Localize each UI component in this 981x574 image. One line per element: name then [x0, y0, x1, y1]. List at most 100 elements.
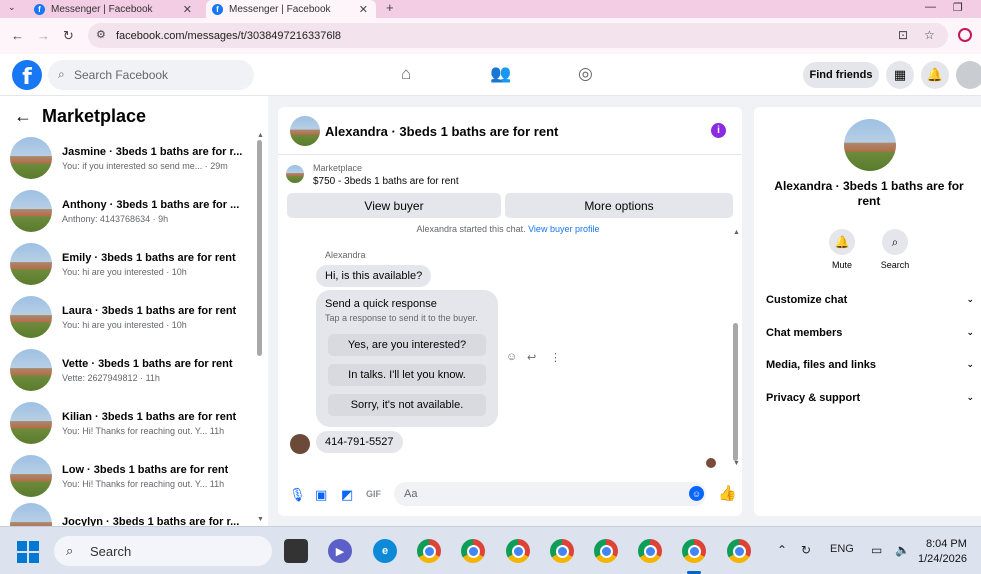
- sender-avatar[interactable]: [290, 434, 310, 454]
- scroll-up-icon[interactable]: ▲: [257, 132, 264, 139]
- search-action[interactable]: ⌕ Search: [870, 229, 920, 270]
- sender-name: Alexandra: [325, 250, 366, 260]
- tab-search-icon[interactable]: ⌄: [8, 2, 16, 13]
- react-emoji-icon[interactable]: ☺: [506, 351, 517, 363]
- microphone-icon[interactable]: 🎙: [289, 487, 306, 503]
- conversation-preview: You: hi are you interested · 10h: [62, 266, 187, 277]
- conversation-item[interactable]: Anthony · 3beds 1 baths are for ... Antho…: [10, 185, 255, 237]
- find-friends-button[interactable]: Find friends: [803, 62, 879, 88]
- browser-profile-icon[interactable]: [958, 28, 972, 42]
- message-bubble[interactable]: Hi, is this available?: [316, 265, 432, 287]
- facebook-logo-icon[interactable]: f: [12, 60, 42, 90]
- view-buyer-button[interactable]: View buyer: [287, 193, 501, 218]
- close-tab-icon[interactable]: ✕: [359, 3, 368, 16]
- conversation-item[interactable]: Laura · 3beds 1 baths are for rent You: h…: [10, 291, 255, 343]
- home-icon[interactable]: ⌂: [401, 64, 411, 84]
- gif-icon[interactable]: GIF: [366, 489, 381, 499]
- restore-icon[interactable]: ❐: [953, 1, 963, 14]
- quick-response-option[interactable]: Yes, are you interested?: [328, 334, 486, 356]
- chevron-down-icon: ⌄: [966, 392, 974, 402]
- photo-icon[interactable]: ▣: [315, 487, 327, 503]
- volume-icon[interactable]: 🔈: [895, 543, 910, 557]
- conversation-preview: You: Hi! Thanks for reaching out. Y... 1…: [62, 478, 225, 489]
- search-label: Search: [880, 260, 910, 270]
- sticker-icon[interactable]: ◩: [341, 487, 353, 503]
- sidebar-scrollbar[interactable]: [257, 140, 262, 356]
- listing-thumbnail: [10, 402, 52, 444]
- bookmark-star-icon[interactable]: ☆: [924, 28, 935, 42]
- menu-grid-icon[interactable]: ▦: [886, 61, 914, 89]
- friends-icon[interactable]: 👥: [490, 64, 511, 84]
- install-app-icon[interactable]: ⊡: [898, 28, 908, 42]
- back-icon[interactable]: ←: [11, 28, 24, 43]
- scroll-up-icon[interactable]: ▲: [733, 229, 740, 236]
- quick-response-option[interactable]: Sorry, it's not available.: [328, 394, 486, 416]
- mute-action[interactable]: 🔔 Mute: [817, 229, 867, 270]
- language-indicator[interactable]: ENG: [830, 543, 854, 555]
- quick-response-option[interactable]: In talks. I'll let you know.: [328, 364, 486, 386]
- chrome-profile-icon[interactable]: [506, 539, 530, 563]
- conversation-name: Anthony · 3beds 1 baths are for ...: [62, 198, 240, 211]
- groups-icon[interactable]: ◎: [578, 64, 593, 84]
- conversation-item[interactable]: Vette · 3beds 1 baths are for rent Vette:…: [10, 344, 255, 396]
- listing-thumbnail: [286, 165, 304, 183]
- reload-icon[interactable]: ↻: [63, 28, 74, 44]
- back-arrow-icon[interactable]: ←: [14, 106, 32, 127]
- chrome-profile-icon[interactable]: [638, 539, 662, 563]
- search-icon[interactable]: ⌕: [882, 229, 908, 255]
- account-avatar[interactable]: [956, 61, 981, 89]
- close-tab-icon[interactable]: ✕: [183, 3, 192, 16]
- details-listing-thumbnail[interactable]: [844, 119, 896, 171]
- conversation-item[interactable]: Jocylyn · 3beds 1 baths are for r...: [10, 503, 255, 526]
- forward-icon[interactable]: →: [37, 28, 50, 43]
- meet-icon[interactable]: ▶: [328, 539, 352, 563]
- edge-icon[interactable]: e: [373, 539, 397, 563]
- chrome-profile-icon[interactable]: [550, 539, 574, 563]
- media-files-links-row[interactable]: Media, files and links ⌄: [766, 359, 974, 371]
- facebook-search-input[interactable]: ⌕ Search Facebook: [48, 60, 254, 90]
- taskbar-search-box[interactable]: ⌕ Search: [54, 536, 272, 566]
- browser-tab-2[interactable]: f Messenger | Facebook ✕: [206, 0, 376, 18]
- view-buyer-profile-link[interactable]: View buyer profile: [528, 224, 599, 234]
- conversation-item[interactable]: Low · 3beds 1 baths are for rent You: Hi!…: [10, 450, 255, 502]
- conversation-item[interactable]: Emily · 3beds 1 baths are for rent You: h…: [10, 238, 255, 290]
- message-input[interactable]: Aa: [394, 482, 706, 506]
- site-info-icon[interactable]: ⚙: [96, 28, 106, 41]
- url-field[interactable]: ⚙ facebook.com/messages/t/30384972163376…: [88, 23, 948, 48]
- chrome-active-icon[interactable]: [682, 539, 706, 563]
- chrome-profile-icon[interactable]: [727, 539, 751, 563]
- windows-start-icon[interactable]: [17, 541, 39, 563]
- tray-chevron-up-icon[interactable]: ⌃: [777, 543, 787, 557]
- chrome-profile-icon[interactable]: [461, 539, 485, 563]
- chat-title[interactable]: Alexandra · 3beds 1 baths are for rent: [325, 124, 558, 139]
- minimize-icon[interactable]: —: [925, 1, 936, 13]
- system-clock[interactable]: 8:04 PM 1/24/2026: [918, 537, 967, 567]
- message-bubble[interactable]: 414-791-5527: [316, 431, 403, 453]
- more-options-button[interactable]: More options: [505, 193, 733, 218]
- chrome-icon[interactable]: [417, 539, 441, 563]
- facebook-favicon-icon: f: [212, 3, 223, 15]
- conversation-item[interactable]: Kilian · 3beds 1 baths are for rent You: …: [10, 397, 255, 449]
- sync-icon[interactable]: ↻: [801, 543, 811, 557]
- more-actions-icon[interactable]: ⋮: [550, 351, 561, 364]
- chat-listing-thumbnail[interactable]: [290, 116, 320, 146]
- notifications-bell-icon[interactable]: 🔔: [921, 61, 949, 89]
- emoji-icon[interactable]: ☺: [689, 486, 704, 501]
- chat-scrollbar[interactable]: [733, 323, 738, 461]
- new-tab-icon[interactable]: +: [386, 0, 394, 15]
- scroll-down-icon[interactable]: ▼: [733, 460, 740, 467]
- task-view-icon[interactable]: [284, 539, 308, 563]
- chat-members-row[interactable]: Chat members ⌄: [766, 327, 974, 339]
- address-bar-row: ← → ↻ ⚙ facebook.com/messages/t/30384972…: [0, 18, 981, 54]
- reply-icon[interactable]: ↩: [527, 351, 536, 364]
- conversation-item[interactable]: Jasmine · 3beds 1 baths are for r... You:…: [10, 132, 255, 184]
- thumbs-up-icon[interactable]: 👍: [718, 484, 737, 502]
- network-icon[interactable]: ▭: [871, 543, 882, 557]
- customize-chat-row[interactable]: Customize chat ⌄: [766, 294, 974, 306]
- chrome-profile-icon[interactable]: [594, 539, 618, 563]
- privacy-support-row[interactable]: Privacy & support ⌄: [766, 392, 974, 404]
- scroll-down-icon[interactable]: ▼: [257, 516, 264, 523]
- mute-bell-icon[interactable]: 🔔: [829, 229, 855, 255]
- info-icon[interactable]: i: [711, 123, 726, 138]
- browser-tab-1[interactable]: f Messenger | Facebook ✕: [28, 0, 200, 18]
